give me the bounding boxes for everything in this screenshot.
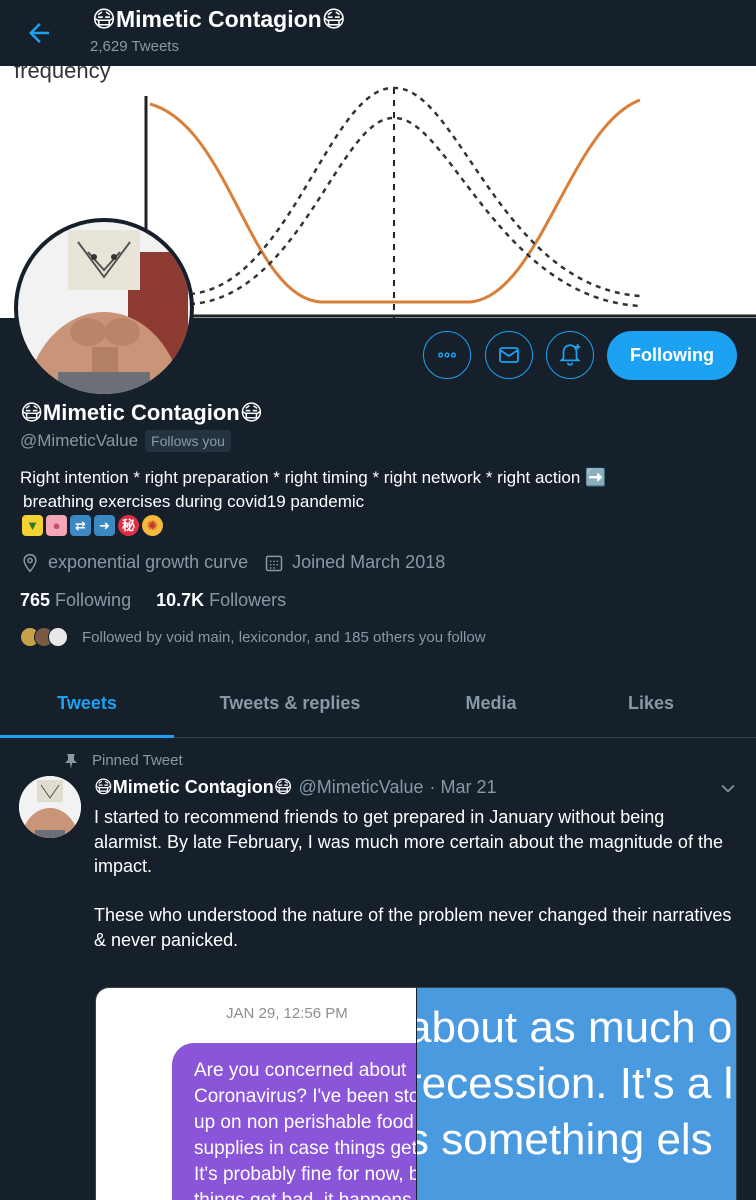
header-title: 😷Mimetic Contagion😷: [92, 6, 346, 32]
message-timestamp: JAN 29, 12:56 PM: [226, 1005, 348, 1022]
tab-likes[interactable]: Likes: [576, 672, 726, 737]
handle-row: @MimeticValue Follows you: [20, 430, 231, 452]
followers-stat[interactable]: 10.7K Followers: [156, 590, 286, 611]
message-bubble: Are you concerned about Coronavirus? I'v…: [172, 1043, 416, 1200]
tweet-date[interactable]: · Mar 21: [430, 777, 497, 798]
profile-handle: @MimeticValue: [20, 431, 139, 450]
exploding-head-icon: ✺: [142, 515, 163, 536]
location-icon: [20, 553, 40, 573]
profile-bio: Right intention * right preparation * ri…: [20, 466, 720, 514]
profile-meta: exponential growth curve Joined March 20…: [20, 552, 445, 573]
following-label: Following: [55, 590, 132, 610]
followed-by-text: Followed by void main, lexicondor, and 1…: [82, 628, 486, 646]
right-arrow-icon: ➜: [94, 515, 115, 536]
tab-media[interactable]: Media: [406, 672, 576, 737]
tab-tweets-replies[interactable]: Tweets & replies: [174, 672, 406, 737]
following-stat[interactable]: 765 Following: [20, 590, 131, 611]
mail-icon: [499, 347, 519, 363]
follows-you-badge: Follows you: [145, 430, 231, 452]
brain-icon: ●: [46, 515, 67, 536]
following-button[interactable]: Following: [607, 331, 737, 380]
followers-count: 10.7K: [156, 590, 205, 610]
bell-plus-icon: [559, 344, 581, 366]
zoomed-line-2: recession. It's a l: [417, 1059, 734, 1108]
more-button[interactable]: [423, 331, 471, 379]
bio-emoji-row: ▼ ● ⇄ ➜ 秘 ✺: [22, 515, 163, 536]
tweet-author-handle[interactable]: @MimeticValue: [299, 777, 424, 798]
tweet-avatar[interactable]: [19, 776, 81, 838]
notify-button[interactable]: [546, 331, 594, 379]
top-bar: 😷Mimetic Contagion😷 2,629 Tweets: [0, 0, 756, 66]
tweet-author-name[interactable]: 😷Mimetic Contagion😷: [94, 777, 293, 798]
chevron-down-icon[interactable]: [718, 778, 738, 798]
tweet-text: I started to recommend friends to get pr…: [94, 805, 734, 977]
followers-label: Followers: [209, 590, 287, 610]
tweet-header: 😷Mimetic Contagion😷 @MimeticValue · Mar …: [94, 777, 497, 798]
following-count: 765: [20, 590, 51, 610]
profile-joined: Joined March 2018: [292, 552, 446, 572]
profile-name: 😷Mimetic Contagion😷: [20, 400, 263, 425]
repeat-icon: ⇄: [70, 515, 91, 536]
beginner-icon: ▼: [22, 515, 43, 536]
mutual-avatars: [20, 627, 68, 647]
profile-stats: 765 Following 10.7K Followers: [20, 590, 311, 611]
zoomed-line-1: about as much o: [417, 1003, 733, 1052]
media-image-right[interactable]: about as much o recession. It's a l s so…: [417, 988, 736, 1200]
secret-icon: 秘: [118, 515, 139, 536]
header-tweet-count: 2,629 Tweets: [90, 38, 179, 55]
profile-tabs: Tweets Tweets & replies Media Likes: [0, 672, 756, 738]
tweet-paragraph-2: These who understood the nature of the p…: [94, 905, 732, 950]
pinned-label: Pinned Tweet: [92, 752, 183, 769]
media-image-left[interactable]: JAN 29, 12:56 PM Are you concerned about…: [96, 988, 416, 1200]
message-button[interactable]: [485, 331, 533, 379]
pin-icon: [65, 753, 77, 769]
tab-tweets[interactable]: Tweets: [0, 672, 174, 738]
tweet-media[interactable]: JAN 29, 12:56 PM Are you concerned about…: [95, 987, 737, 1200]
zoomed-line-3: s something els: [417, 1115, 713, 1164]
tweet-paragraph-1: I started to recommend friends to get pr…: [94, 807, 723, 876]
back-arrow-icon[interactable]: [24, 18, 54, 48]
bio-line-1: Right intention * right preparation * ri…: [20, 468, 607, 487]
profile-avatar[interactable]: [14, 218, 194, 398]
profile-location: exponential growth curve: [48, 552, 249, 572]
calendar-icon: [264, 553, 284, 573]
bio-line-2: breathing exercises during covid19 pande…: [23, 492, 365, 511]
mutual-avatar: [48, 627, 68, 647]
pinned-indicator: Pinned Tweet: [64, 752, 183, 769]
followed-by-row[interactable]: Followed by void main, lexicondor, and 1…: [20, 627, 486, 647]
zoomed-text: about as much o recession. It's a l s so…: [417, 1000, 733, 1168]
more-icon: [438, 352, 456, 358]
